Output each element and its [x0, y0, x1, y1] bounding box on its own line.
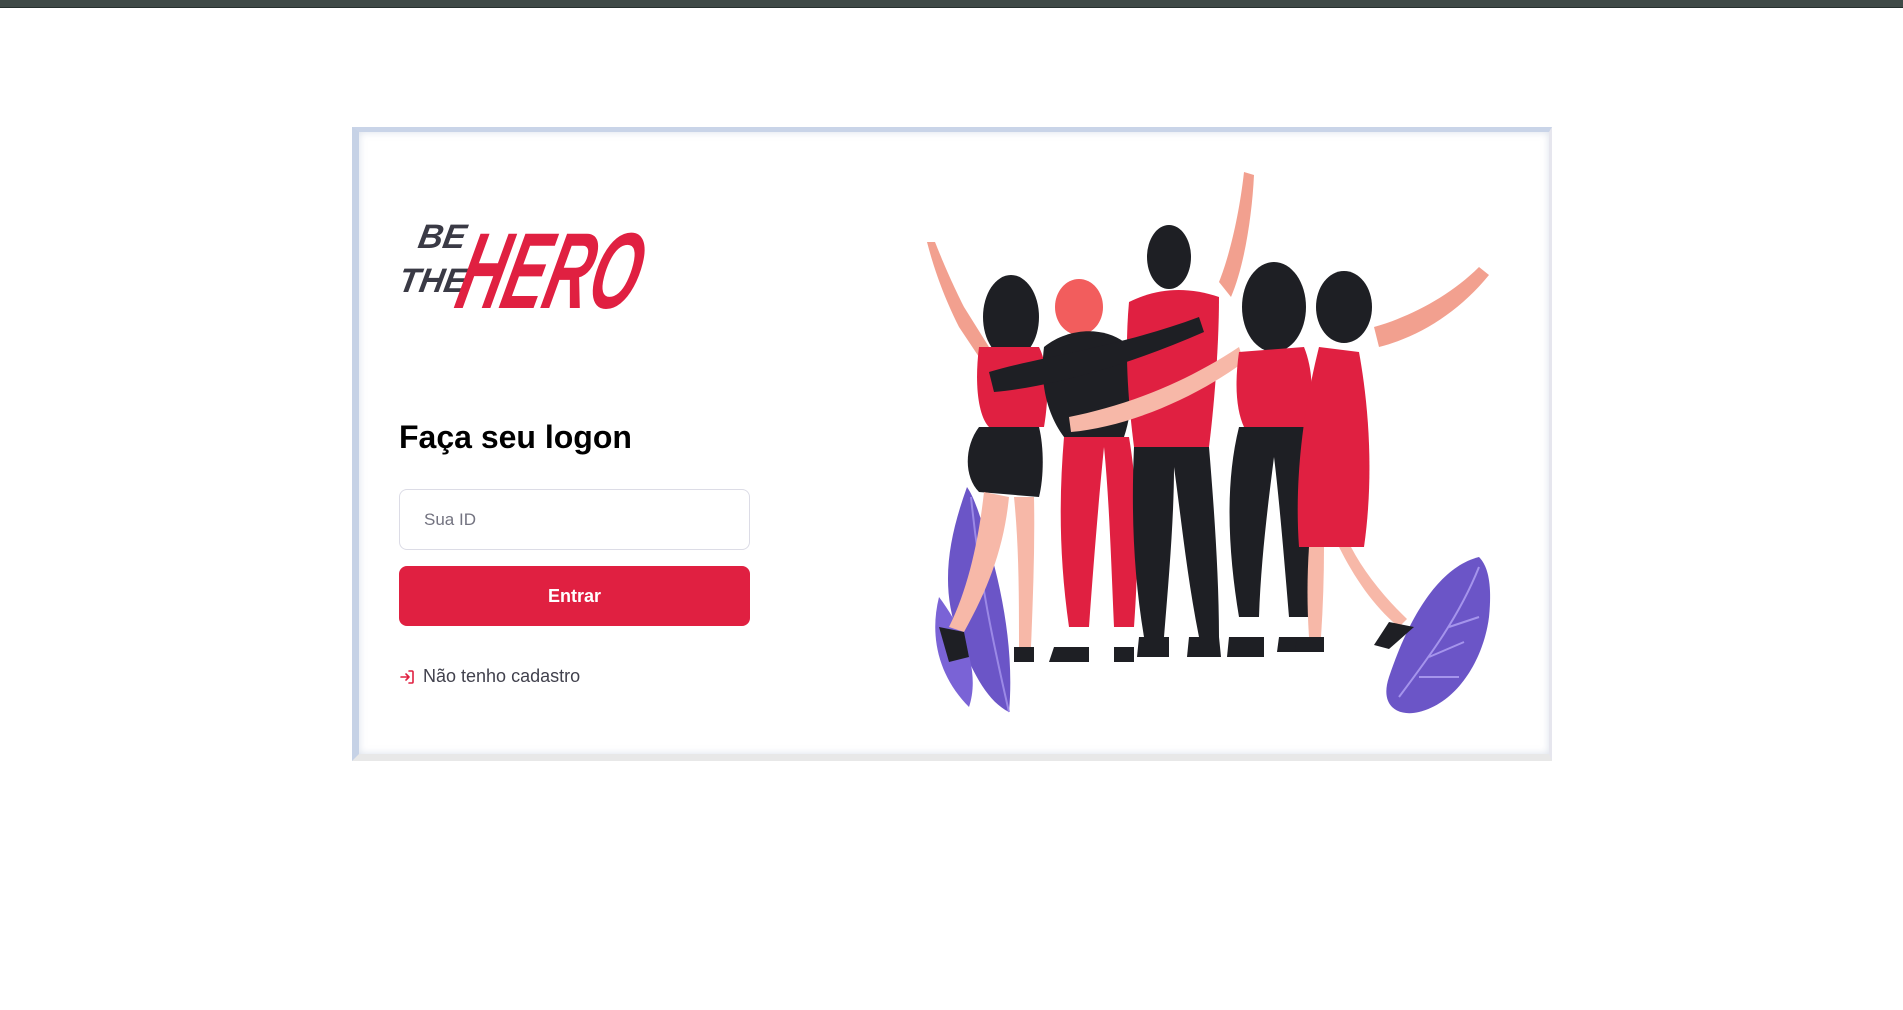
register-link[interactable]: Não tenho cadastro [399, 666, 759, 687]
login-button[interactable]: Entrar [399, 566, 750, 626]
id-input[interactable] [399, 489, 750, 550]
log-in-icon [400, 669, 414, 684]
register-link-label: Não tenho cadastro [423, 666, 581, 686]
person-4 [1227, 262, 1313, 657]
svg-text:BE: BE [415, 218, 470, 256]
heroes-group-illustration [927, 172, 1491, 714]
person-2 [1042, 279, 1138, 662]
browser-top-bar [0, 0, 1903, 8]
logon-container: BE THE HERO Faça seu logon Entrar Não te… [352, 127, 1552, 761]
svg-text:HERO: HERO [447, 211, 654, 312]
logon-form-section: BE THE HERO Faça seu logon Entrar Não te… [399, 202, 759, 687]
be-the-hero-logo: BE THE HERO [399, 211, 654, 312]
page-title: Faça seu logon [399, 419, 632, 455]
